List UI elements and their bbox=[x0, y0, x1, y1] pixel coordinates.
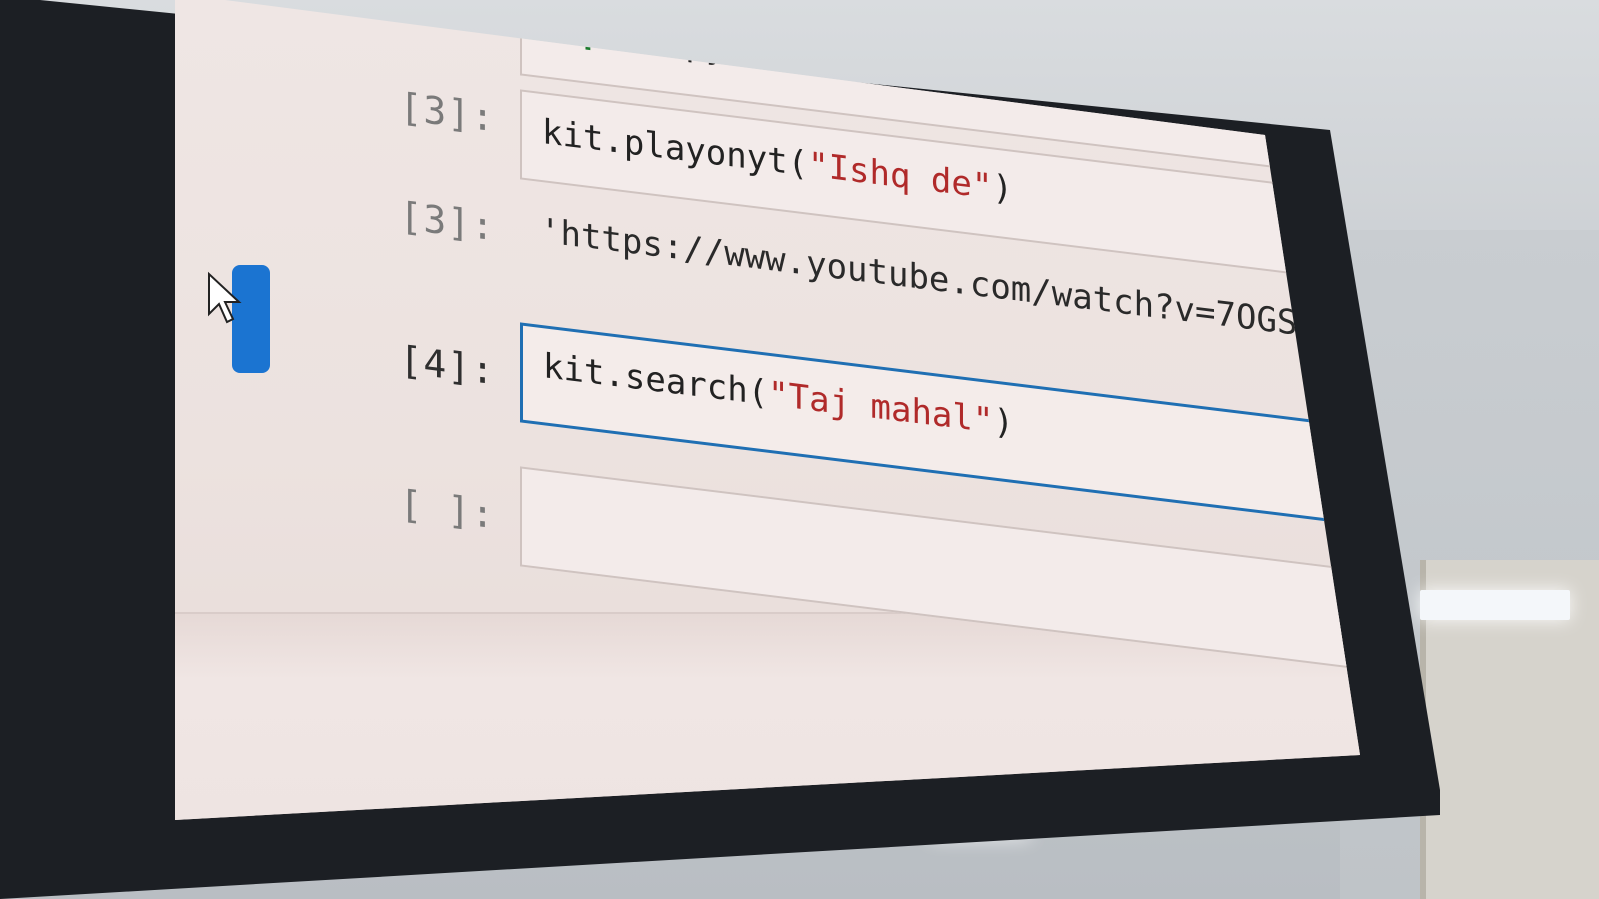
cell-prompt: [4]: bbox=[399, 337, 495, 394]
room-background: import pywhatkit as kit [3]: kit.playony… bbox=[0, 0, 1599, 899]
keyword-import: import bbox=[542, 6, 665, 62]
cell-prompt: [3]: bbox=[399, 84, 495, 141]
code-close: ) bbox=[993, 401, 1014, 444]
code-call: kit.playonyt( bbox=[542, 112, 809, 185]
notebook-cells: import pywhatkit as kit [3]: kit.playony… bbox=[395, 0, 1360, 698]
code-string: "Ishq de" bbox=[808, 144, 993, 208]
code-close: ) bbox=[992, 167, 1013, 210]
code-call: kit.search( bbox=[543, 346, 769, 414]
output-prompt: [3]: bbox=[399, 193, 495, 250]
mouse-pointer-icon bbox=[208, 271, 242, 324]
cell-prompt bbox=[395, 20, 495, 32]
code-module: pywhatkit bbox=[664, 21, 890, 89]
cell-prompt: [ ]: bbox=[399, 481, 495, 538]
ceiling-light bbox=[1420, 590, 1570, 620]
code-string: "Taj mahal" bbox=[768, 373, 994, 442]
